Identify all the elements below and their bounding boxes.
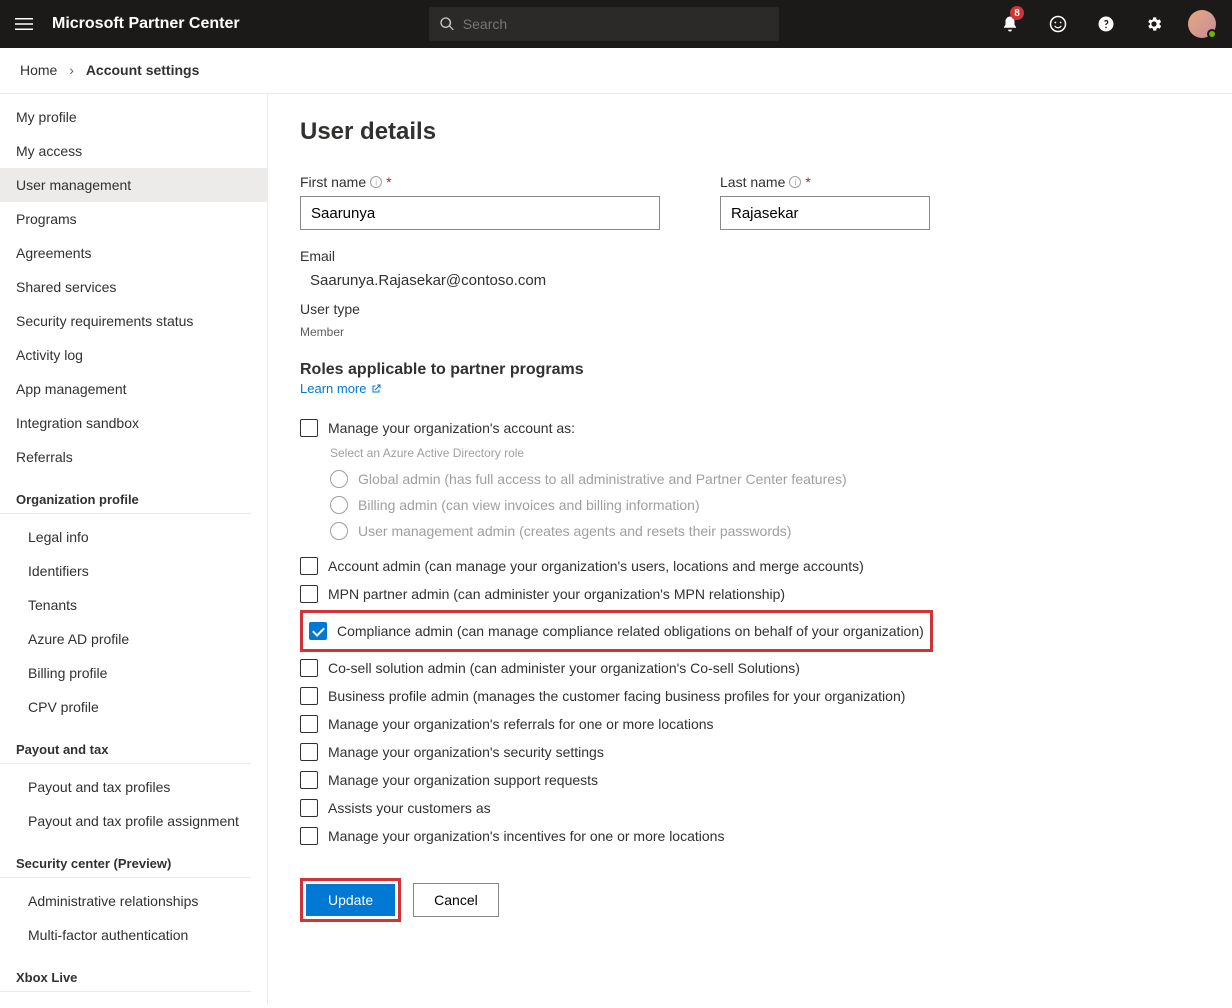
sidebar-item[interactable]: Activity log	[0, 338, 267, 372]
topbar: Microsoft Partner Center 8	[0, 0, 1232, 48]
checkbox-role[interactable]	[309, 622, 327, 640]
sidebar: My profileMy accessUser managementProgra…	[0, 94, 268, 1005]
radio-label: User management admin (creates agents an…	[358, 523, 791, 539]
first-name-input[interactable]	[300, 196, 660, 230]
last-name-label: Last name i *	[720, 174, 930, 190]
top-icons: 8	[988, 0, 1224, 48]
sidebar-item[interactable]: Security requirements status	[0, 304, 267, 338]
sidebar-item[interactable]: Referrals	[0, 440, 267, 474]
role-label: MPN partner admin (can administer your o…	[328, 586, 785, 602]
search-icon	[439, 16, 455, 32]
breadcrumb: Home › Account settings	[0, 48, 1232, 93]
sidebar-item[interactable]: Tenants	[0, 588, 267, 622]
info-icon: i	[789, 176, 801, 188]
email-value: Saarunya.Rajasekar@contoso.com	[300, 272, 1200, 289]
last-name-input[interactable]	[720, 196, 930, 230]
role-label: Manage your organization's incentives fo…	[328, 828, 724, 844]
cancel-button[interactable]: Cancel	[413, 883, 499, 917]
update-button-highlight: Update	[300, 878, 401, 922]
manage-as-label: Manage your organization's account as:	[328, 420, 575, 436]
account-button[interactable]	[1180, 0, 1224, 48]
role-label: Manage your organization's referrals for…	[328, 716, 714, 732]
checkbox-role[interactable]	[300, 687, 318, 705]
sidebar-group-header: Security center (Preview)	[0, 842, 251, 878]
gear-icon	[1145, 15, 1163, 33]
role-label: Compliance admin (can manage compliance …	[337, 623, 924, 639]
role-label: Co-sell solution admin (can administer y…	[328, 660, 800, 676]
search-input[interactable]	[463, 16, 769, 32]
role-label: Assists your customers as	[328, 800, 491, 816]
smiley-icon	[1049, 15, 1067, 33]
checkbox-role[interactable]	[300, 715, 318, 733]
sidebar-item[interactable]: My profile	[0, 100, 267, 134]
checkbox-role[interactable]	[300, 659, 318, 677]
checkbox-role[interactable]	[300, 799, 318, 817]
hamburger-icon	[15, 15, 33, 33]
radio-label: Global admin (has full access to all adm…	[358, 471, 847, 487]
notification-badge: 8	[1010, 6, 1024, 20]
sidebar-item[interactable]: Identifiers	[0, 554, 267, 588]
sidebar-item[interactable]: App management	[0, 372, 267, 406]
sidebar-group-header: Payout and tax	[0, 728, 251, 764]
sidebar-item[interactable]: Shared services	[0, 270, 267, 304]
help-button[interactable]	[1084, 0, 1128, 48]
checkbox-role[interactable]	[300, 743, 318, 761]
brand-title: Microsoft Partner Center	[52, 15, 240, 33]
sidebar-item[interactable]: Payout and tax profiles	[0, 770, 267, 804]
sidebar-item[interactable]: Integration sandbox	[0, 406, 267, 440]
question-icon	[1097, 15, 1115, 33]
email-label: Email	[300, 248, 1200, 264]
radio-label: Billing admin (can view invoices and bil…	[358, 497, 700, 513]
sidebar-group-header: Organization profile	[0, 478, 251, 514]
sidebar-item[interactable]: Programs	[0, 202, 267, 236]
sidebar-item[interactable]: Billing profile	[0, 656, 267, 690]
radio-aad-role[interactable]	[330, 470, 348, 488]
sidebar-item[interactable]: Legal info	[0, 520, 267, 554]
page-title: User details	[300, 118, 1200, 146]
learn-more-link[interactable]: Learn more	[300, 381, 382, 396]
checkbox-role[interactable]	[300, 557, 318, 575]
sidebar-group-header: Xbox Live	[0, 956, 251, 992]
chevron-right-icon: ›	[69, 62, 74, 78]
aad-role-legend: Select an Azure Active Directory role	[330, 446, 1200, 460]
first-name-label: First name i *	[300, 174, 660, 190]
role-label: Business profile admin (manages the cust…	[328, 688, 905, 704]
breadcrumb-current: Account settings	[86, 62, 200, 78]
feedback-button[interactable]	[1036, 0, 1080, 48]
radio-aad-role[interactable]	[330, 496, 348, 514]
update-button[interactable]: Update	[306, 884, 395, 916]
sidebar-item[interactable]: User management	[0, 168, 267, 202]
checkbox-role[interactable]	[300, 585, 318, 603]
sidebar-item[interactable]: Agreements	[0, 236, 267, 270]
presence-indicator	[1207, 29, 1217, 39]
info-icon: i	[370, 176, 382, 188]
search-box[interactable]	[429, 7, 779, 41]
sidebar-item[interactable]: Azure AD profile	[0, 622, 267, 656]
checkbox-manage-account-as[interactable]	[300, 419, 318, 437]
breadcrumb-home[interactable]: Home	[20, 62, 57, 78]
role-label: Manage your organization's security sett…	[328, 744, 604, 760]
role-label: Manage your organization support request…	[328, 772, 598, 788]
sidebar-item[interactable]: CPV profile	[0, 690, 267, 724]
sidebar-item[interactable]: Multi-factor authentication	[0, 918, 267, 952]
sidebar-item[interactable]: Administrative relationships	[0, 884, 267, 918]
external-link-icon	[370, 383, 382, 395]
checkbox-role[interactable]	[300, 827, 318, 845]
avatar	[1188, 10, 1216, 38]
hamburger-menu-button[interactable]	[8, 8, 40, 40]
sidebar-item[interactable]: Payout and tax profile assignment	[0, 804, 267, 838]
roles-heading: Roles applicable to partner programs	[300, 361, 1200, 379]
notifications-button[interactable]: 8	[988, 0, 1032, 48]
settings-button[interactable]	[1132, 0, 1176, 48]
sidebar-item[interactable]: My access	[0, 134, 267, 168]
user-type-value: Member	[300, 325, 1200, 339]
main-content: User details First name i * Last name i …	[268, 94, 1232, 1005]
role-highlight: Compliance admin (can manage compliance …	[300, 610, 933, 652]
radio-aad-role[interactable]	[330, 522, 348, 540]
user-type-label: User type	[300, 301, 1200, 317]
role-label: Account admin (can manage your organizat…	[328, 558, 864, 574]
checkbox-role[interactable]	[300, 771, 318, 789]
